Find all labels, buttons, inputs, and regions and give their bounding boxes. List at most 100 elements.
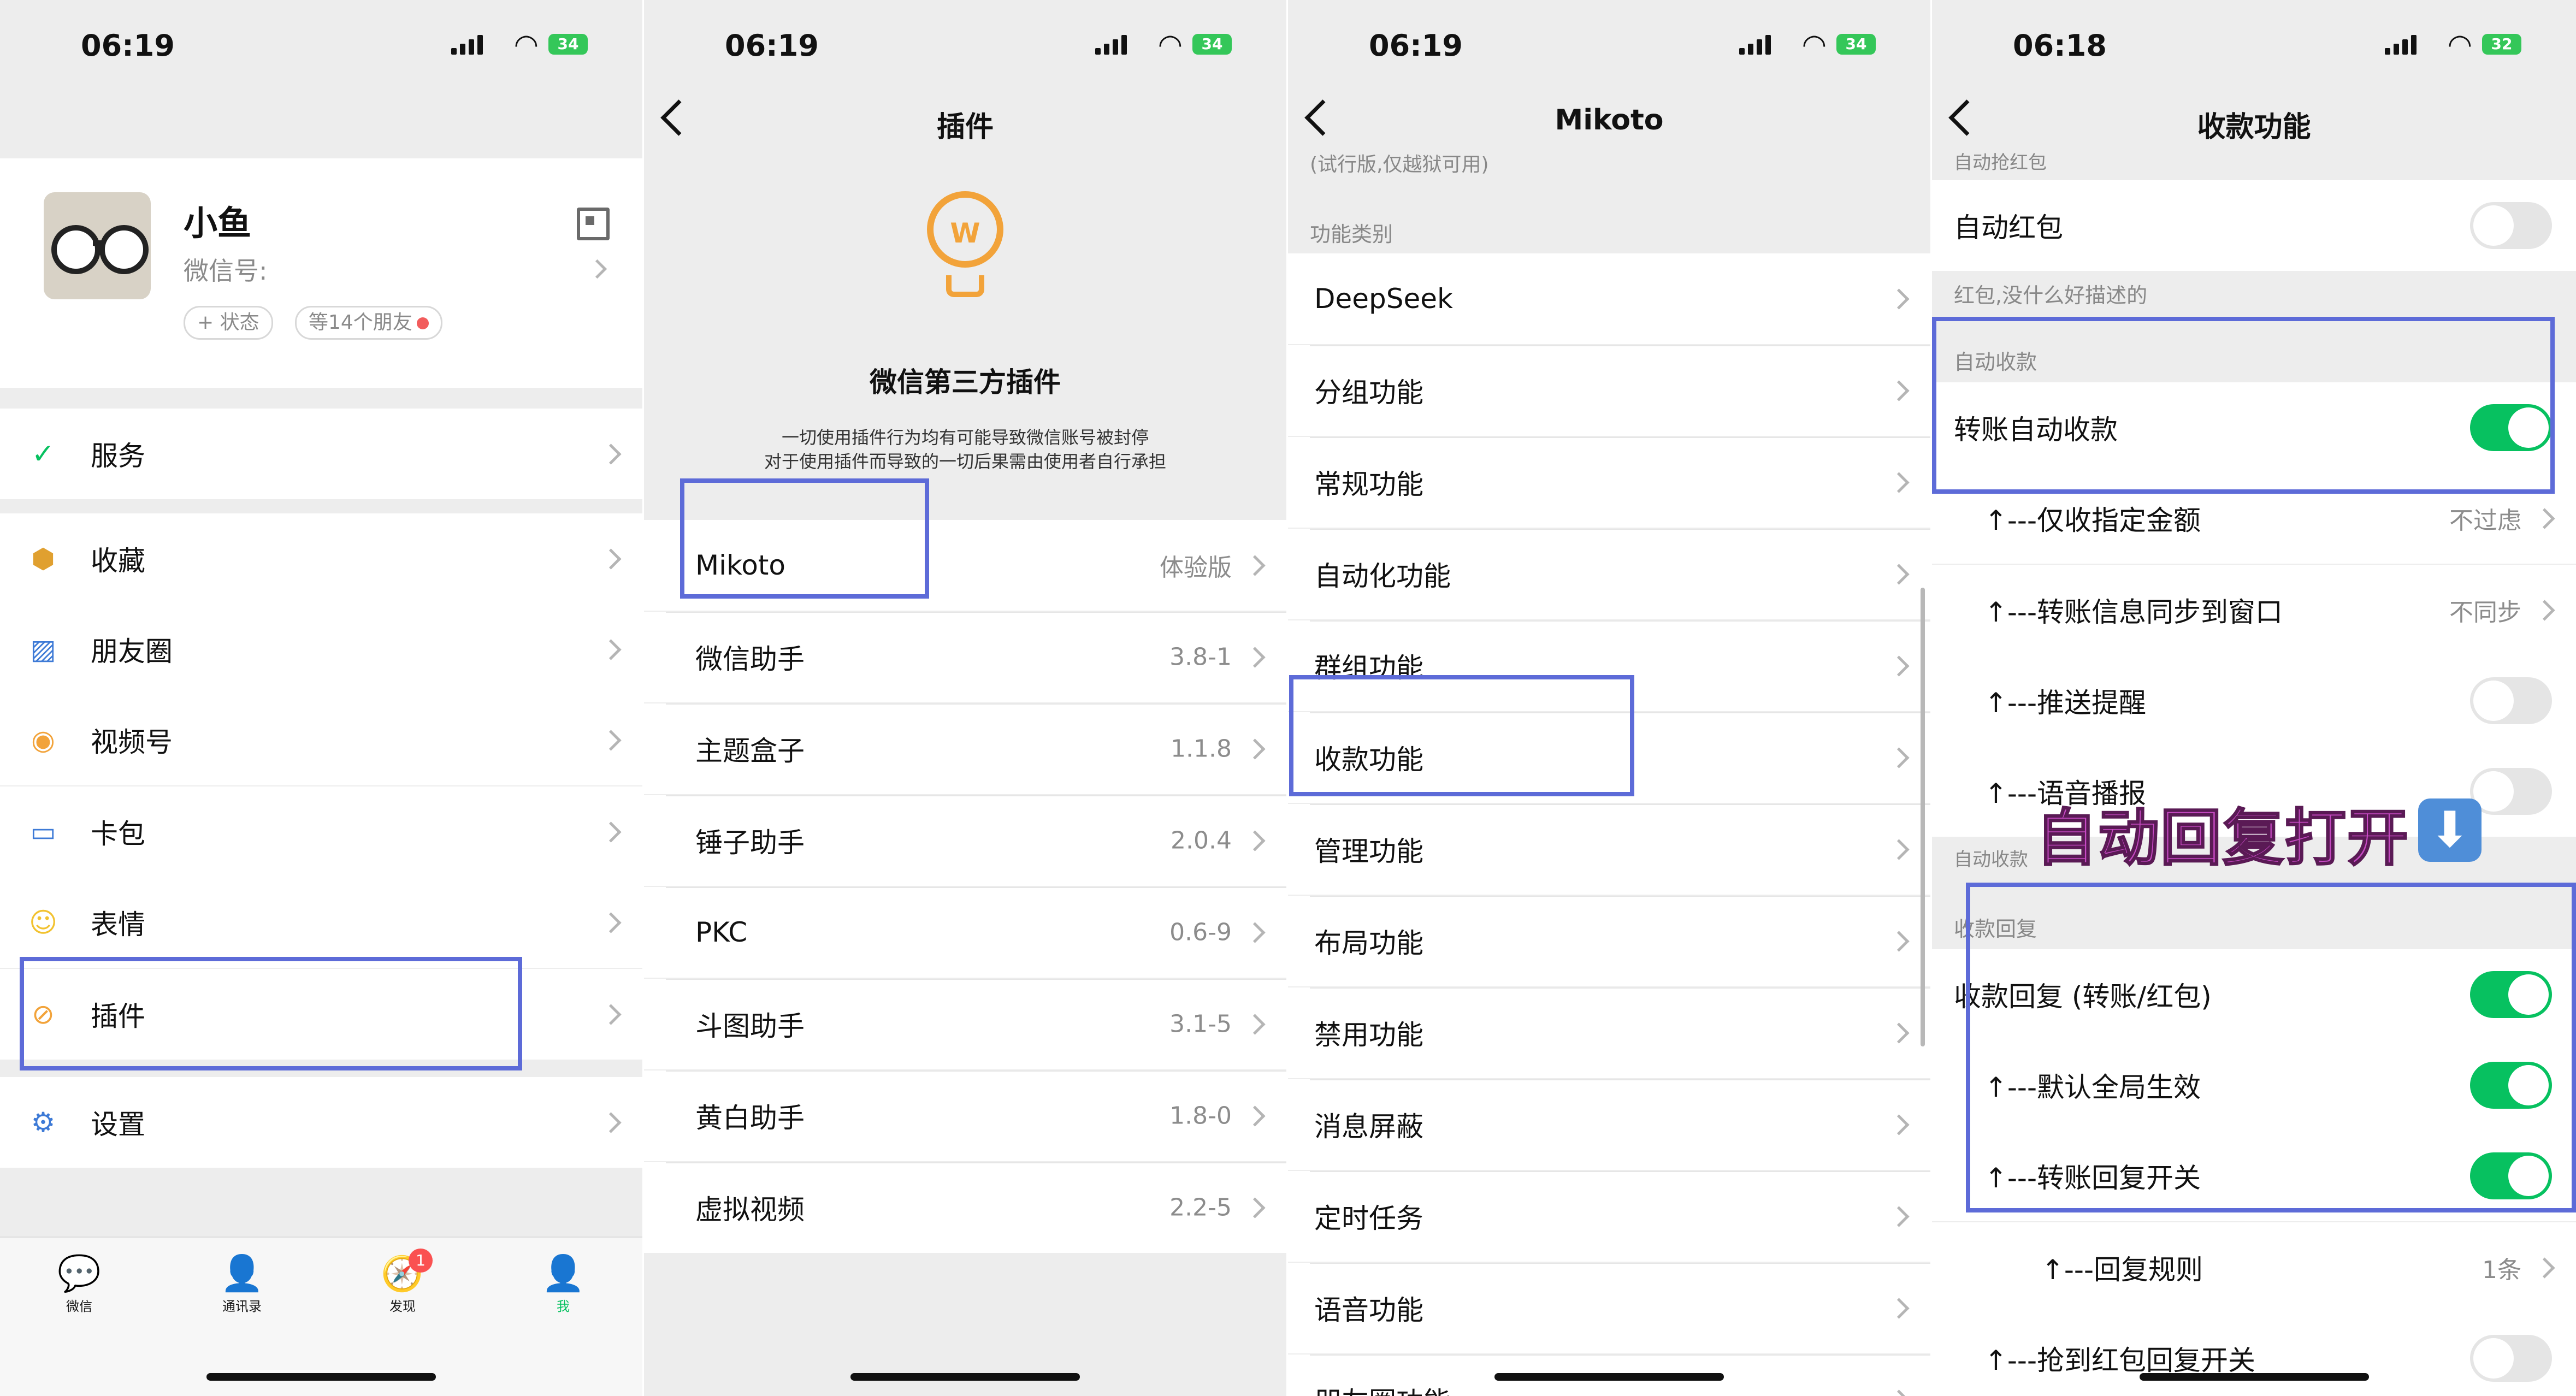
- chevron-right-icon: [600, 821, 622, 843]
- status-bar: 06:18 ◠ 32: [1932, 0, 2576, 82]
- nav-bar: 收款功能: [1932, 93, 2576, 153]
- chevron-right-icon: [1888, 1206, 1910, 1227]
- redpacket-note: 红包,没什么好描述的: [1954, 283, 2148, 307]
- service-icon: ✓: [32, 438, 55, 470]
- chevron-right-icon: [600, 730, 622, 751]
- plugin-header: W 微信第三方插件 一切使用插件行为均有可能导致微信账号被封停 对于使用插件而导…: [644, 158, 1286, 486]
- section-label-reply: 收款回复: [1954, 917, 2037, 941]
- chevron-right-icon: [600, 912, 622, 933]
- status-bar: 06:19 ◠ 34: [0, 0, 642, 82]
- reply-toggle-row[interactable]: 收款回复 (转账/红包): [1932, 949, 2576, 1040]
- category-row[interactable]: 收款功能: [1288, 712, 1930, 803]
- category-row[interactable]: 消息屏蔽: [1288, 1079, 1930, 1170]
- grab-reply-row[interactable]: ↑---抢到红包回复开关: [1932, 1313, 2576, 1396]
- chevron-right-icon: [1888, 380, 1910, 401]
- reply-rules-row[interactable]: ↑---回复规则 1条: [1932, 1222, 2576, 1313]
- category-row[interactable]: 禁用功能: [1288, 987, 1930, 1078]
- category-row[interactable]: 语音功能: [1288, 1263, 1930, 1353]
- favorites-icon: ⬢: [31, 543, 55, 575]
- clipped-section-label: 自动收款: [1954, 849, 2028, 871]
- menu-item-plugin[interactable]: ⊘ 插件: [0, 969, 642, 1060]
- plugin-row[interactable]: 虚拟视频 2.2-5: [644, 1162, 1286, 1253]
- plugin-row[interactable]: PKC 0.6-9: [644, 887, 1286, 978]
- tab-chats[interactable]: 💬 微信: [38, 1252, 120, 1315]
- battery-icon: 32: [2482, 34, 2521, 55]
- plugin-row[interactable]: 主题盒子 1.1.8: [644, 703, 1286, 794]
- down-arrow-icon: ⬇: [2418, 798, 2482, 862]
- cellular-signal-icon: [451, 35, 484, 55]
- status-time: 06:18: [2013, 28, 2107, 63]
- home-indicator: [1494, 1373, 1724, 1381]
- status-time: 06:19: [725, 28, 819, 63]
- settings-gear-icon: ⚙: [31, 1107, 56, 1138]
- plugins-screen: 06:19 ◠ 34 插件 W 微信第三方插件 一切使用插件行为均有可能导致微信…: [644, 0, 1286, 1396]
- status-time: 06:19: [1369, 28, 1463, 63]
- auto-redpacket-toggle[interactable]: [2470, 202, 2552, 249]
- wifi-icon: ◠: [1801, 28, 1827, 61]
- tab-me[interactable]: 👤 我: [522, 1252, 604, 1315]
- plugin-row[interactable]: 黄白助手 1.8-0: [644, 1070, 1286, 1161]
- default-global-row[interactable]: ↑---默认全局生效: [1932, 1040, 2576, 1131]
- plugin-row[interactable]: 斗图助手 3.1-5: [644, 979, 1286, 1069]
- menu-item-favorites[interactable]: ⬢ 收藏: [0, 513, 642, 604]
- wifi-icon: ◠: [2447, 28, 2472, 61]
- category-row[interactable]: 布局功能: [1288, 896, 1930, 986]
- tab-discover[interactable]: 🧭 1 发现: [362, 1249, 444, 1315]
- chevron-right-icon: [1244, 555, 1266, 576]
- menu-item-sticker[interactable]: ☺ 表情: [0, 877, 642, 968]
- sync-window-row[interactable]: ↑---转账信息同步到窗口 不同步: [1932, 565, 2576, 655]
- category-row[interactable]: 分组功能: [1288, 345, 1930, 436]
- plugin-icon: ⊘: [32, 998, 55, 1030]
- grab-reply-toggle[interactable]: [2470, 1335, 2552, 1382]
- section-label-auto-collect: 自动收款: [1954, 350, 2037, 374]
- default-global-toggle[interactable]: [2470, 1062, 2552, 1109]
- auto-redpacket-row[interactable]: 自动红包: [1932, 180, 2576, 271]
- category-row[interactable]: DeepSeek: [1288, 253, 1930, 344]
- avatar[interactable]: [44, 192, 151, 299]
- me-screen: 06:19 ◠ 34 小鱼 微信号: + 状态 等14个朋友 ✓ 服务 ⬢ 收藏 ▨ 朋友…: [0, 0, 642, 1396]
- category-row[interactable]: 常规功能: [1288, 437, 1930, 528]
- beta-note: (试行版,仅越狱可用): [1310, 153, 1489, 176]
- chevron-right-icon: [1888, 655, 1910, 677]
- chevron-right-icon: [1888, 564, 1910, 585]
- chevron-right-icon: [1244, 922, 1266, 943]
- menu-item-moments[interactable]: ▨ 朋友圈: [0, 604, 642, 695]
- push-remind-row[interactable]: ↑---推送提醒: [1932, 655, 2576, 746]
- plugin-row[interactable]: 微信助手 3.8-1: [644, 612, 1286, 702]
- menu-item-service[interactable]: ✓ 服务: [0, 409, 642, 499]
- transfer-auto-collect-toggle[interactable]: [2470, 404, 2552, 451]
- scrollbar[interactable]: [1921, 588, 1925, 1046]
- status-pill[interactable]: + 状态: [184, 306, 273, 340]
- chevron-right-icon: [1888, 839, 1910, 860]
- transfer-reply-row[interactable]: ↑---转账回复开关: [1932, 1131, 2576, 1221]
- category-row[interactable]: 定时任务: [1288, 1171, 1930, 1262]
- friends-status-pill[interactable]: 等14个朋友: [295, 306, 442, 340]
- section-label-categories: 功能类别: [1310, 222, 1393, 246]
- reply-toggle[interactable]: [2470, 971, 2552, 1018]
- qr-code-icon[interactable]: [577, 208, 610, 240]
- chevron-right-icon: [1888, 747, 1910, 768]
- status-bar: 06:19 ◠ 34: [644, 0, 1286, 82]
- transfer-reply-toggle[interactable]: [2470, 1152, 2552, 1199]
- menu-item-card-wallet[interactable]: ▭ 卡包: [0, 786, 642, 877]
- menu-item-channels[interactable]: ◉ 视频号: [0, 695, 642, 785]
- category-row[interactable]: 管理功能: [1288, 804, 1930, 895]
- category-row[interactable]: 群组功能: [1288, 620, 1930, 711]
- only-amount-row[interactable]: ↑---仅收指定金额 不过虑: [1932, 473, 2576, 564]
- card-wallet-icon: ▭: [30, 816, 56, 848]
- voice-broadcast-toggle[interactable]: [2470, 768, 2552, 815]
- home-indicator: [206, 1373, 436, 1381]
- chevron-right-icon: [1888, 931, 1910, 952]
- plugin-row[interactable]: 锤子助手 2.0.4: [644, 795, 1286, 886]
- category-row[interactable]: 自动化功能: [1288, 529, 1930, 619]
- plugin-row[interactable]: Mikoto 体验版: [644, 520, 1286, 611]
- plugin-notice-1: 一切使用插件行为均有可能导致微信账号被封停: [781, 427, 1149, 448]
- transfer-auto-collect-row[interactable]: 转账自动收款: [1932, 382, 2576, 473]
- battery-icon: 34: [1192, 34, 1232, 55]
- profile-card[interactable]: 小鱼 微信号: + 状态 等14个朋友: [0, 158, 642, 388]
- menu-item-settings-gear[interactable]: ⚙ 设置: [0, 1077, 642, 1168]
- push-remind-toggle[interactable]: [2470, 677, 2552, 724]
- tab-contacts[interactable]: 👤 通讯录: [201, 1252, 283, 1315]
- cellular-signal-icon: [1095, 35, 1128, 55]
- page-title: 插件: [936, 111, 994, 144]
